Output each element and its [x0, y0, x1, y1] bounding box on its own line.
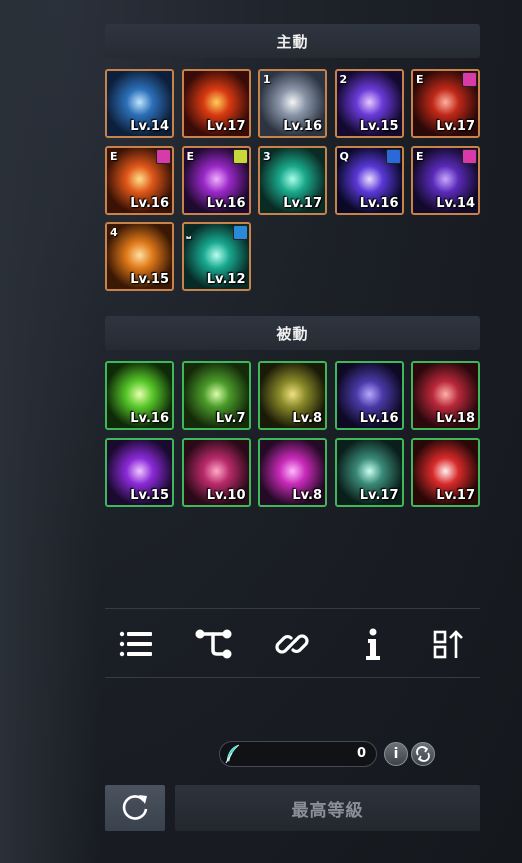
exchange-icon	[416, 746, 430, 762]
list-button[interactable]	[114, 622, 158, 666]
background-shade	[0, 0, 100, 863]
resource-exchange-button[interactable]	[411, 742, 435, 766]
active-skill-slot[interactable]: E Lv.14	[411, 145, 480, 215]
skill-level: Lv.16	[283, 119, 322, 134]
resource-info-button[interactable]: i	[384, 742, 408, 766]
active-skill-slot[interactable]: 2 Lv.15	[334, 69, 404, 138]
info-icon: i	[393, 746, 399, 762]
skill-level: Lv.14	[130, 119, 169, 134]
list-icon	[119, 631, 152, 657]
element-badge-icon	[385, 148, 401, 164]
passive-skill-slot[interactable]: Lv.7	[181, 361, 251, 430]
hotkey-label: E	[416, 149, 424, 163]
info-button[interactable]	[351, 622, 395, 666]
skill-level: Lv.15	[130, 487, 169, 503]
reset-button[interactable]	[105, 785, 165, 831]
skill-level: Lv.17	[359, 487, 399, 503]
divider	[105, 608, 480, 609]
hotkey-label: 2	[339, 73, 348, 86]
active-skill-slot[interactable]: Lv.17	[181, 69, 251, 138]
sort-button[interactable]	[427, 622, 471, 666]
skill-level: Lv.15	[359, 119, 399, 134]
passive-skill-slot[interactable]: Lv.8	[258, 361, 327, 430]
hotkey-label: E	[416, 73, 424, 86]
skill-tree-button[interactable]	[192, 622, 236, 666]
skill-level: Lv.16	[359, 195, 399, 211]
link-icon	[275, 634, 309, 654]
active-skill-slot[interactable]: 4 Lv.15	[105, 222, 174, 291]
skill-level: Lv.17	[283, 195, 322, 211]
sort-icon	[433, 630, 463, 659]
link-button[interactable]	[270, 622, 314, 666]
passive-skill-slot[interactable]: Lv.17	[411, 437, 480, 507]
hotkey-label: 4	[110, 226, 118, 239]
active-skill-slot[interactable]: Q Lv.16	[334, 145, 404, 215]
passive-skill-slot[interactable]: Lv.18	[411, 361, 480, 430]
max-level-label: 最高等級	[291, 800, 364, 821]
passive-skill-slot[interactable]: Lv.16	[105, 361, 174, 430]
resource-value: 0	[356, 746, 366, 761]
max-level-button[interactable]: 最高等級	[175, 785, 480, 831]
active-skill-slot[interactable]: E Lv.17	[411, 69, 480, 138]
skill-level: Lv.17	[436, 119, 475, 134]
skill-level: Lv.14	[436, 195, 475, 211]
element-badge-icon	[232, 225, 248, 240]
element-badge-icon	[462, 148, 477, 164]
info-icon	[366, 628, 380, 660]
active-skills-header: 主動	[105, 24, 480, 58]
skill-level: Lv.8	[292, 487, 322, 503]
active-skill-slot[interactable]: 1 Lv.16	[258, 69, 327, 138]
active-skill-slot[interactable]: ⎵ Lv.12	[181, 222, 251, 291]
hotkey-label: E	[186, 149, 195, 163]
passive-skill-slot[interactable]: Lv.10	[181, 437, 251, 507]
skill-level: Lv.16	[359, 411, 399, 426]
passive-skill-slot[interactable]: Lv.15	[105, 437, 174, 507]
skill-level: Lv.16	[130, 411, 169, 426]
skill-level: Lv.8	[292, 411, 322, 426]
feather-icon	[225, 744, 240, 764]
active-skill-slot[interactable]: Lv.14	[105, 69, 174, 138]
hotkey-label: 1	[263, 73, 271, 86]
skill-level: Lv.15	[130, 272, 169, 287]
passive-skills-header: 被動	[105, 316, 480, 350]
skill-tree-icon	[195, 629, 232, 659]
skill-level: Lv.12	[206, 272, 246, 287]
hotkey-label: Q	[339, 149, 349, 163]
skill-level: Lv.16	[206, 195, 246, 211]
skill-level: Lv.10	[206, 487, 246, 503]
hotkey-label: ⎵	[186, 226, 191, 239]
feather-resource-gauge: 0	[219, 741, 377, 767]
active-skill-slot[interactable]: 3 Lv.17	[258, 145, 327, 215]
refresh-icon	[122, 795, 148, 820]
skill-level: Lv.16	[130, 195, 169, 211]
divider	[105, 677, 480, 678]
element-badge-icon	[232, 148, 248, 164]
hotkey-label: E	[110, 149, 118, 163]
active-skill-slot[interactable]: E Lv.16	[181, 145, 251, 215]
passive-skill-slot[interactable]: Lv.17	[334, 437, 404, 507]
skill-level: Lv.17	[436, 487, 475, 503]
skill-level: Lv.17	[206, 119, 246, 134]
skill-level: Lv.18	[436, 411, 475, 426]
skill-level: Lv.7	[215, 411, 246, 426]
hotkey-label: 3	[263, 149, 271, 163]
passive-skill-slot[interactable]: Lv.16	[334, 361, 404, 430]
element-badge-icon	[156, 148, 171, 164]
element-badge-icon	[462, 72, 477, 87]
active-skill-slot[interactable]: E Lv.16	[105, 145, 174, 215]
passive-skill-slot[interactable]: Lv.8	[258, 437, 327, 507]
